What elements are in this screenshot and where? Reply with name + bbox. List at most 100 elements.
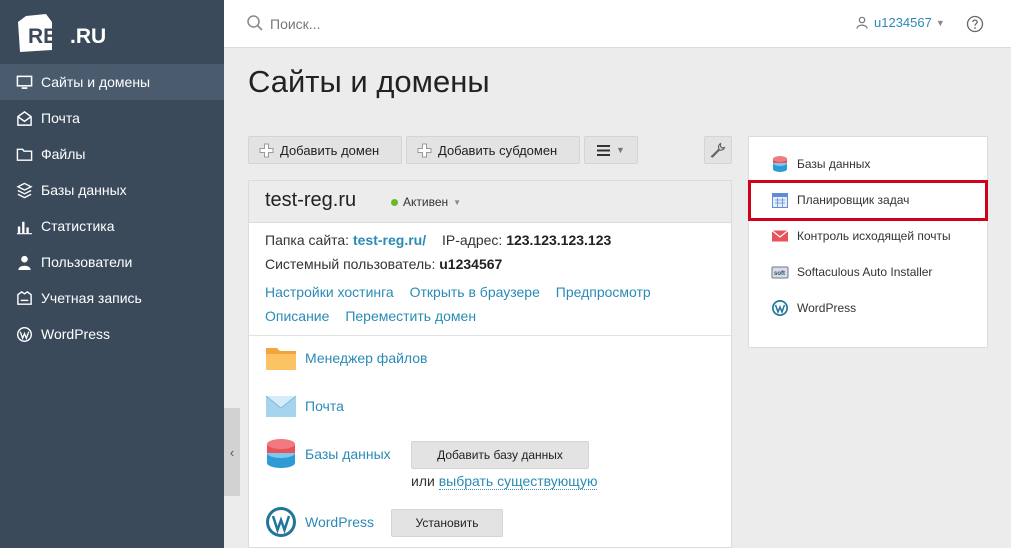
sidebar-item-statistics[interactable]: Статистика	[0, 208, 224, 244]
settings-wrench-button[interactable]	[704, 136, 732, 164]
svg-text:REG: REG	[28, 25, 74, 48]
add-database-label: Добавить базу данных	[437, 448, 563, 462]
system-user-row: Системный пользователь: u1234567	[265, 256, 502, 272]
database-icon	[267, 439, 295, 468]
folder-icon	[266, 348, 296, 370]
open-in-browser-link[interactable]: Открыть в браузере	[410, 284, 540, 300]
panel-item-databases[interactable]: Базы данных	[771, 155, 870, 173]
softaculous-icon: soft	[771, 266, 789, 279]
sidebar-item-label: Статистика	[41, 218, 115, 234]
reg-ru-logo[interactable]: REG .RU	[16, 10, 126, 56]
sidebar-item-label: Файлы	[41, 146, 86, 162]
or-text: или	[411, 473, 435, 489]
choose-existing-db-link[interactable]: выбрать существующую	[438, 473, 598, 490]
status-dropdown[interactable]: Активен ▼	[391, 195, 461, 209]
wordpress-icon	[16, 326, 33, 342]
domain-card: test-reg.ru Активен ▼ Папка сайта: test-…	[248, 180, 732, 548]
quick-access-panel: Базы данных Планировщик задач Контроль и…	[748, 136, 988, 348]
move-domain-link[interactable]: Переместить домен	[345, 308, 476, 324]
wordpress-row: WordPress	[265, 506, 374, 538]
sidebar-item-wordpress[interactable]: WordPress	[0, 316, 224, 352]
chevron-left-icon: ‹	[229, 444, 235, 460]
panel-item-label: Базы данных	[797, 157, 871, 171]
page-title: Сайты и домены	[248, 64, 490, 99]
domain-card-header: test-reg.ru Активен ▼	[249, 181, 731, 223]
top-bar: u1234567 ▼	[224, 0, 1011, 48]
wordpress-link[interactable]: WordPress	[305, 514, 374, 530]
status-dot-icon	[391, 198, 398, 206]
bar-chart-icon	[16, 221, 33, 234]
user-menu[interactable]: u1234567 ▼	[856, 15, 945, 30]
sidebar-item-databases[interactable]: Базы данных	[0, 172, 224, 208]
sidebar-item-mail[interactable]: Почта	[0, 100, 224, 136]
install-wordpress-button[interactable]: Установить	[391, 509, 503, 537]
sidebar-item-account[interactable]: Учетная запись	[0, 280, 224, 316]
database-icon	[16, 182, 33, 198]
panel-item-label: Планировщик задач	[797, 193, 910, 207]
folder-icon	[16, 148, 33, 161]
panel-item-task-scheduler[interactable]: Планировщик задач	[771, 191, 909, 209]
wordpress-icon	[772, 300, 788, 316]
hosting-settings-link[interactable]: Настройки хостинга	[265, 284, 394, 300]
wrench-icon	[710, 142, 726, 158]
search-input[interactable]	[270, 12, 570, 36]
plus-icon	[259, 143, 274, 157]
svg-text:soft: soft	[774, 271, 785, 277]
sidebar-item-label: Сайты и домены	[41, 74, 151, 90]
chevron-down-icon: ▼	[616, 145, 625, 155]
svg-text:.RU: .RU	[70, 25, 106, 48]
folder-label: Папка сайта:	[265, 232, 350, 248]
chevron-down-icon: ▼	[453, 197, 462, 207]
folder-link[interactable]: test-reg.ru/	[353, 232, 426, 248]
mail-icon	[265, 395, 297, 417]
file-manager-link[interactable]: Менеджер файлов	[305, 350, 428, 366]
divider	[249, 335, 731, 336]
database-icon	[773, 156, 787, 172]
sidebar-item-sites-domains[interactable]: Сайты и домены	[0, 64, 224, 100]
install-label: Установить	[415, 516, 479, 530]
sidebar: REG .RU Сайты и домены Почта Файлы Базы …	[0, 0, 224, 548]
sidebar-nav: Сайты и домены Почта Файлы Базы данных С…	[0, 64, 224, 352]
sidebar-item-label: WordPress	[41, 326, 110, 342]
more-menu-button[interactable]: ▼	[584, 136, 638, 164]
wordpress-icon	[266, 507, 296, 537]
user-icon	[856, 16, 868, 29]
panel-item-outgoing-mail[interactable]: Контроль исходящей почты	[771, 227, 951, 245]
sidebar-item-label: Базы данных	[41, 182, 127, 198]
username: u1234567	[874, 15, 932, 30]
chevron-down-icon: ▼	[935, 17, 945, 28]
ip-label: IP-адрес:	[441, 232, 503, 248]
panel-item-softaculous[interactable]: soft Softaculous Auto Installer	[771, 263, 932, 281]
help-icon[interactable]	[966, 15, 984, 33]
file-manager-row: Менеджер файлов	[265, 342, 428, 374]
sidebar-item-users[interactable]: Пользователи	[0, 244, 224, 280]
add-domain-button[interactable]: Добавить домен	[248, 136, 402, 164]
panel-item-label: Softaculous Auto Installer	[797, 265, 933, 279]
collapse-sidebar-button[interactable]: ‹	[224, 408, 240, 496]
monitor-icon	[16, 75, 33, 89]
add-subdomain-button[interactable]: Добавить субдомен	[406, 136, 580, 164]
sidebar-item-label: Учетная запись	[41, 290, 142, 306]
status-label: Активен	[403, 195, 449, 209]
sidebar-item-label: Пользователи	[41, 254, 133, 270]
user-icon	[18, 255, 31, 270]
preview-link[interactable]: Предпросмотр	[556, 284, 651, 300]
databases-link[interactable]: Базы данных	[305, 446, 391, 462]
mail-icon	[17, 110, 32, 126]
system-user-label: Системный пользователь:	[265, 256, 436, 272]
description-link[interactable]: Описание	[265, 308, 329, 324]
shield-icon	[17, 290, 32, 305]
search-icon	[247, 15, 263, 31]
sidebar-item-label: Почта	[41, 110, 80, 126]
mail-row: Почта	[265, 390, 344, 422]
sidebar-item-files[interactable]: Файлы	[0, 136, 224, 172]
mail-icon	[771, 230, 789, 242]
domain-info-row: Папка сайта: test-reg.ru/ IP-адрес: 123.…	[265, 232, 611, 248]
mail-link[interactable]: Почта	[305, 398, 344, 414]
hamburger-icon	[597, 144, 611, 156]
panel-item-wordpress[interactable]: WordPress	[771, 299, 856, 317]
panel-item-label: WordPress	[797, 301, 857, 315]
add-database-button[interactable]: Добавить базу данных	[411, 441, 589, 469]
databases-row: Базы данных	[265, 438, 391, 470]
plus-icon	[417, 143, 432, 157]
